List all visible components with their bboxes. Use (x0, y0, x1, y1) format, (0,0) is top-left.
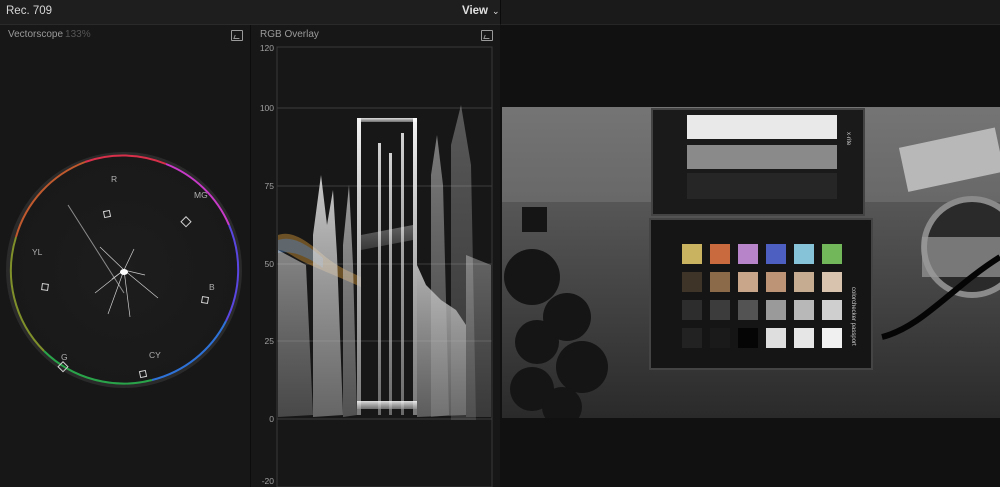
color-space-label: Rec. 709 (6, 5, 53, 17)
rgb-tick-minus-20: -20 (261, 476, 274, 486)
vectorscope-label-r: R (111, 174, 118, 184)
chevron-down-icon: ⌄ (492, 6, 500, 16)
vectorscope-panel: Vectorscope 133% R MG B CY G YL (0, 25, 251, 487)
scopes-header-bar: Rec. 709 View ⌄ (0, 0, 500, 25)
view-menu-button[interactable]: View ⌄ (462, 5, 500, 17)
vectorscope-title: Vectorscope 133% (8, 29, 91, 40)
view-menu-label: View (462, 5, 488, 17)
svg-text:colorchecker passport: colorchecker passport (850, 287, 856, 346)
rgb-overlay-title: RGB Overlay (260, 29, 319, 40)
viewer-header-bar (500, 0, 1000, 25)
vectorscope-label-mg: MG (194, 190, 208, 200)
viewer-panel[interactable]: x·rite colorchecker passport (501, 25, 1000, 487)
vectorscope-label-cy: CY (149, 350, 161, 360)
rgb-overlay-settings-icon[interactable] (481, 30, 493, 41)
vectorscope-title-label: Vectorscope (8, 29, 64, 40)
rgb-tick-50: 50 (264, 259, 274, 269)
vectorscope-label-yl: YL (32, 247, 43, 257)
vectorscope-trace-center (120, 269, 128, 275)
vectorscope-settings-icon[interactable] (231, 30, 243, 41)
rgb-overlay-panel: RGB Overlay 120 100 75 50 25 0 -20 (251, 25, 500, 487)
viewer-image-graphic: x·rite colorchecker passport (502, 107, 1000, 418)
rgb-tick-100: 100 (259, 103, 274, 113)
svg-text:x·rite: x·rite (845, 132, 851, 146)
rgb-tick-0: 0 (269, 414, 274, 424)
vectorscope-label-b: B (209, 282, 215, 292)
vectorscope-label-g: G (61, 352, 68, 362)
rgb-overlay-waveform (276, 46, 493, 487)
viewer-image: x·rite colorchecker passport (502, 107, 1000, 418)
rgb-tick-120: 120 (259, 43, 274, 53)
vectorscope-zoom-label: 133% (65, 29, 91, 40)
rgb-tick-25: 25 (264, 336, 274, 346)
rgb-tick-75: 75 (264, 181, 274, 191)
